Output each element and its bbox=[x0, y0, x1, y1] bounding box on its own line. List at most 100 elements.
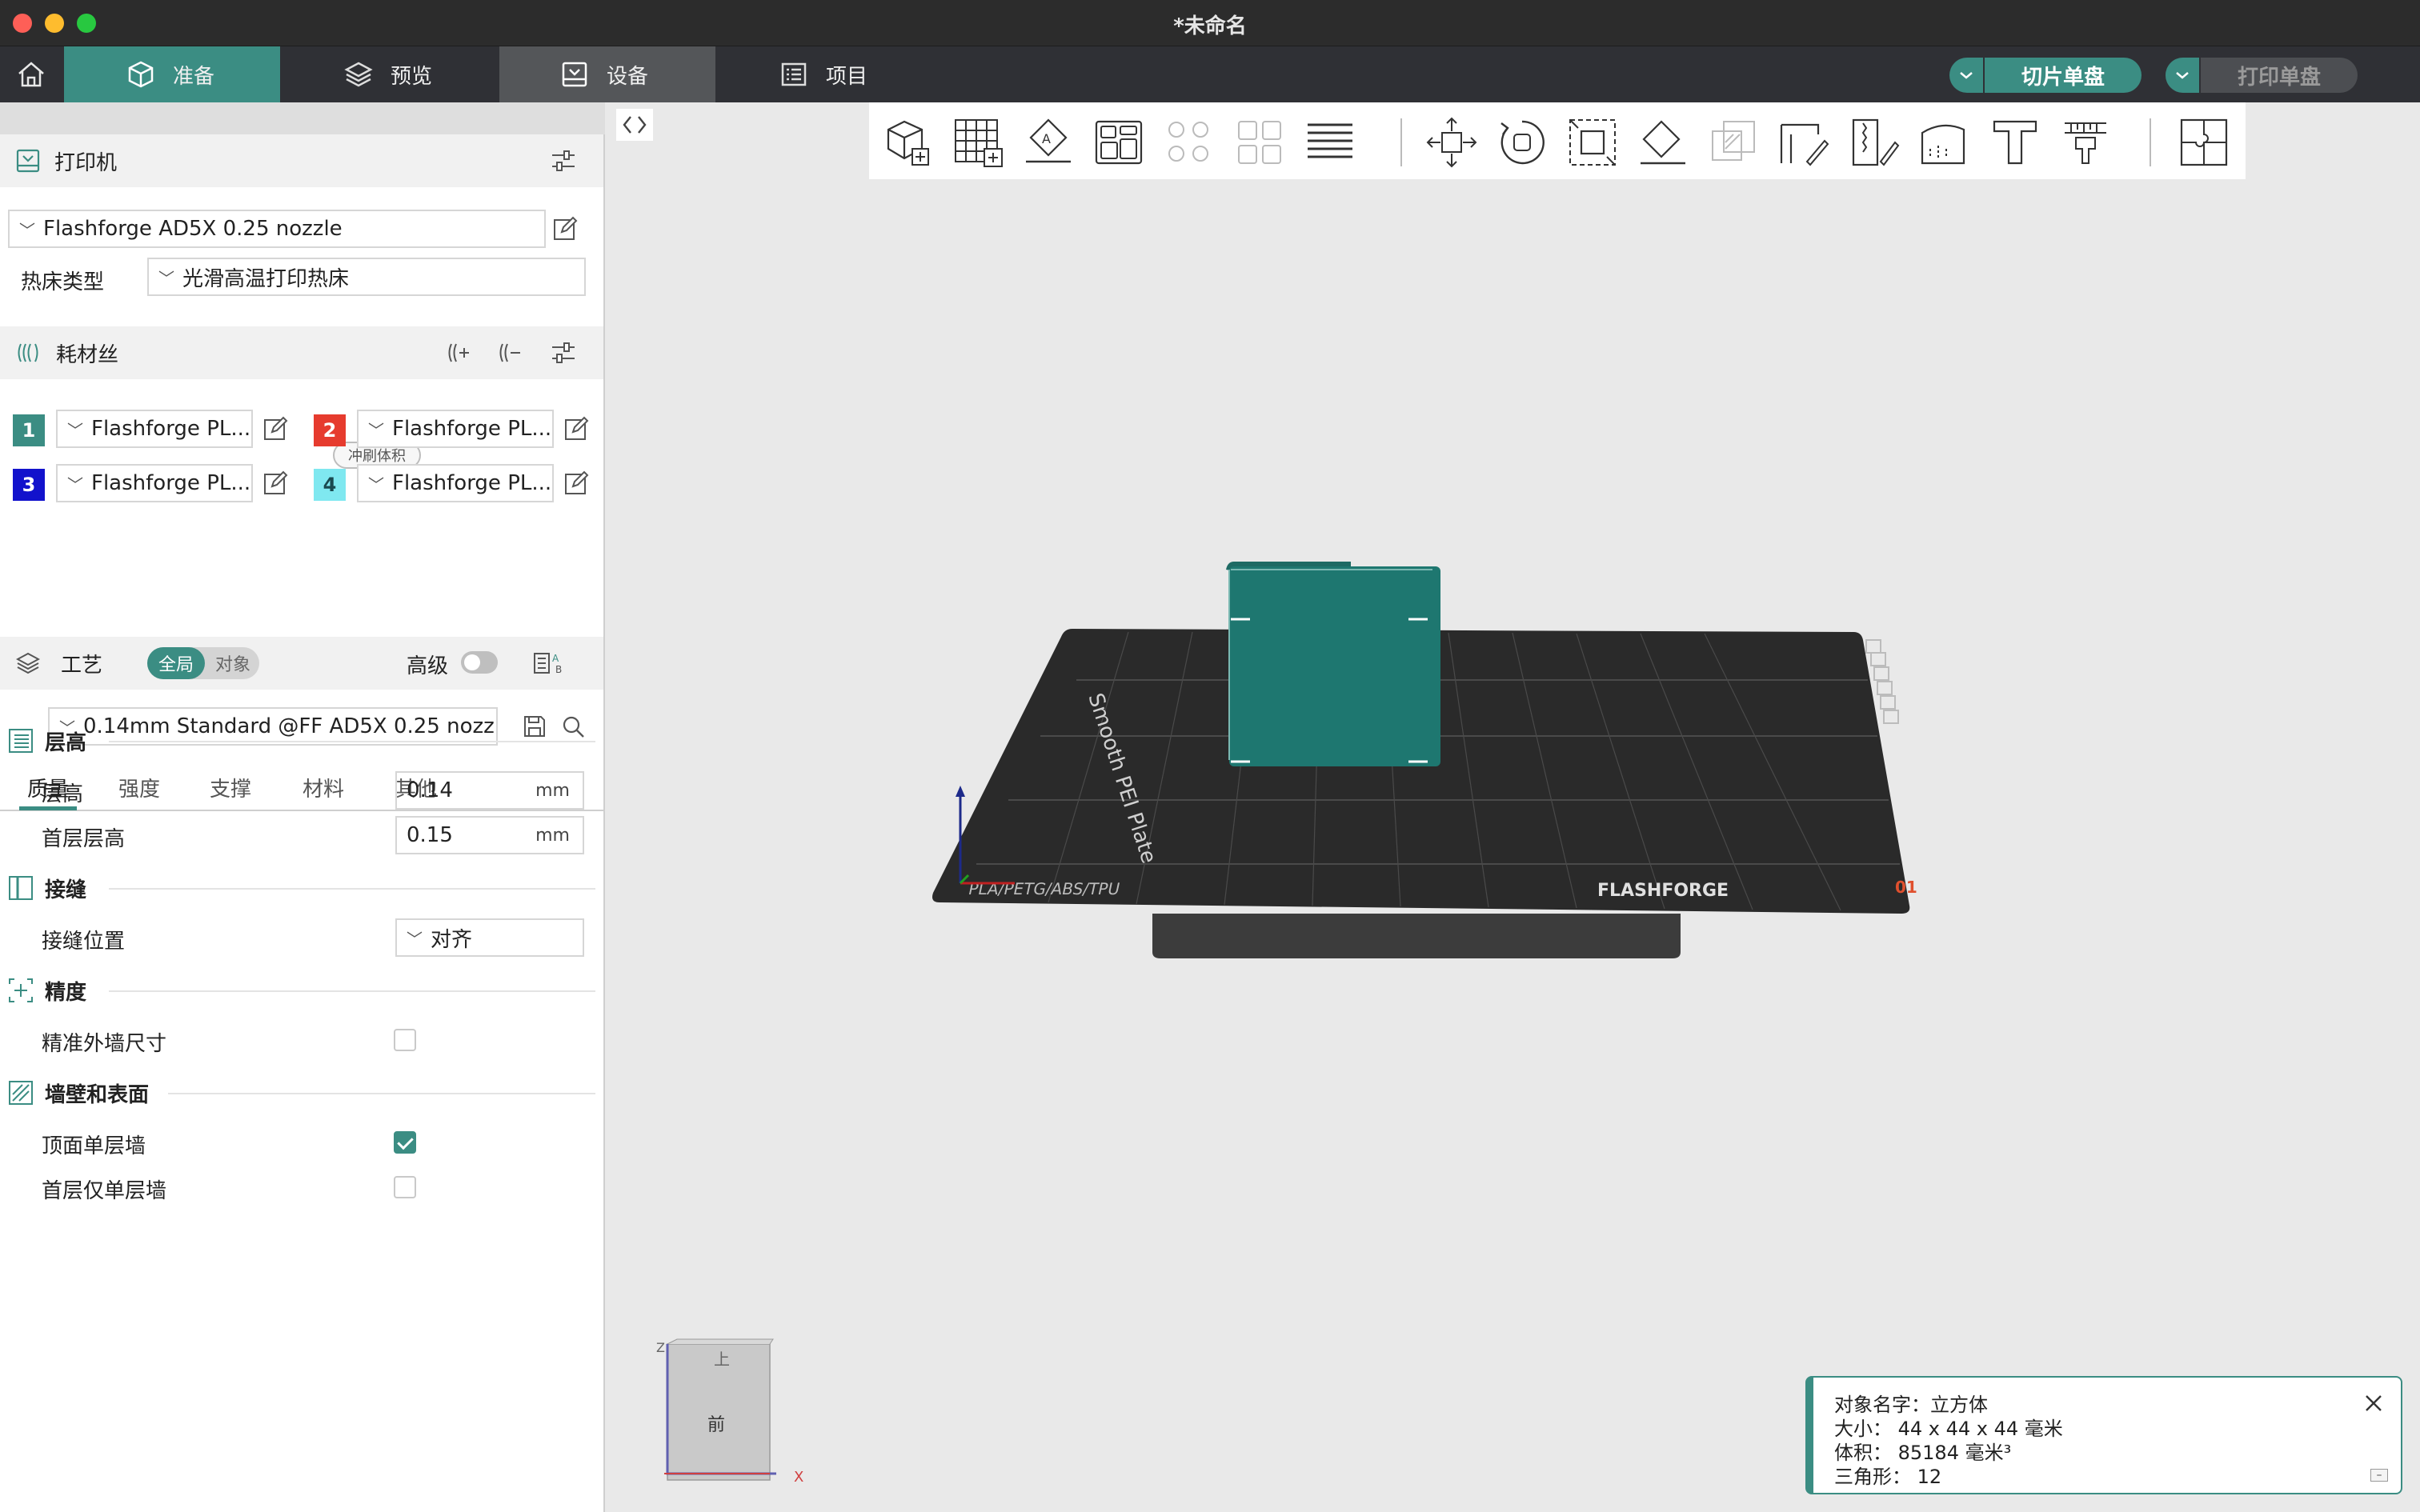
edit-printer-button[interactable] bbox=[549, 213, 581, 245]
split-objects-tool[interactable] bbox=[1160, 114, 1218, 171]
filament-slot-3-select[interactable]: ﹀ Flashforge PL... bbox=[56, 464, 253, 502]
first-layer-height-input[interactable]: 0.15 mm bbox=[395, 816, 584, 854]
edit-filament-3-button[interactable] bbox=[259, 467, 291, 499]
chevron-down-icon[interactable] bbox=[2166, 58, 2201, 93]
walls-icon bbox=[8, 1080, 34, 1106]
precise-wall-checkbox[interactable] bbox=[394, 1029, 416, 1051]
move-tool[interactable] bbox=[1423, 114, 1480, 171]
arrange-tool[interactable] bbox=[1090, 114, 1148, 171]
subtab-strength[interactable]: 强度 bbox=[118, 773, 160, 802]
chevron-down-icon: ﹀ bbox=[407, 929, 423, 949]
cube-model[interactable] bbox=[1229, 566, 1440, 766]
cut-tool[interactable] bbox=[1775, 114, 1833, 171]
layer-height-input[interactable]: 0.14 mm bbox=[395, 771, 584, 810]
tab-preview[interactable]: 预览 bbox=[280, 46, 498, 102]
layer-settings-tool[interactable] bbox=[1301, 114, 1359, 171]
first-layer-height-unit: mm bbox=[535, 825, 570, 846]
edit-icon bbox=[264, 470, 288, 494]
seam-position-label: 接缝位置 bbox=[42, 930, 126, 954]
filament-slot-4-value: Flashforge PL... bbox=[392, 471, 552, 495]
add-object-tool[interactable] bbox=[879, 114, 936, 171]
printer-preset-value: Flashforge AD5X 0.25 nozzle bbox=[43, 217, 343, 241]
edit-filament-4-button[interactable] bbox=[560, 467, 592, 499]
remove-filament-icon[interactable] bbox=[496, 341, 522, 365]
save-preset-button[interactable] bbox=[519, 710, 551, 742]
top-single-wall-label: 顶面单层墙 bbox=[42, 1134, 146, 1158]
filament-slot-1-value: Flashforge PL... bbox=[91, 417, 251, 441]
seam-painting-tool[interactable] bbox=[1845, 114, 1903, 171]
build-plate-scene[interactable]: Smooth PEI Plate PLA/PETG/ABS/TPU FLASHF… bbox=[920, 552, 1945, 984]
printer-section-header: 打印机 bbox=[0, 134, 603, 187]
measure-tool[interactable] bbox=[2057, 114, 2114, 171]
tab-prepare[interactable]: 准备 bbox=[64, 46, 280, 102]
text-tool[interactable] bbox=[1986, 114, 2044, 171]
scale-tool[interactable] bbox=[1564, 114, 1621, 171]
filament-settings-icon[interactable] bbox=[551, 341, 576, 365]
process-section-title: 工艺 bbox=[61, 653, 103, 678]
arrange-icon bbox=[1095, 120, 1143, 165]
support-painting-tool[interactable] bbox=[1916, 114, 1973, 171]
text-icon bbox=[1993, 120, 2037, 165]
group-rule bbox=[168, 1093, 595, 1094]
group-layer-height-title: 层高 bbox=[45, 730, 87, 755]
filament-slot-2-value: Flashforge PL... bbox=[392, 417, 552, 441]
puzzle-icon bbox=[2180, 118, 2228, 166]
cube-icon bbox=[128, 61, 154, 88]
seam-position-select[interactable]: ﹀ 对齐 bbox=[395, 918, 584, 957]
top-single-wall-checkbox[interactable] bbox=[394, 1131, 416, 1154]
print-plate-button[interactable]: 打印单盘 bbox=[2166, 58, 2358, 93]
group-walls-title: 墙壁和表面 bbox=[45, 1082, 150, 1107]
home-button[interactable] bbox=[0, 46, 62, 102]
filament-slot-4-select[interactable]: ﹀ Flashforge PL... bbox=[357, 464, 554, 502]
seam-paint-icon bbox=[1852, 118, 1900, 166]
lay-on-face-icon bbox=[1641, 120, 1685, 165]
rotate-tool[interactable] bbox=[1493, 114, 1551, 171]
process-preset-select[interactable]: ﹀ 0.14mm Standard @FF AD5X 0.25 nozz... bbox=[48, 707, 498, 746]
edit-icon bbox=[554, 216, 578, 240]
bed-type-select[interactable]: ﹀ 光滑高温打印热床 bbox=[147, 258, 586, 296]
chevron-down-icon: ﹀ bbox=[368, 474, 384, 494]
collapse-sidebar-button[interactable] bbox=[616, 109, 653, 141]
chevron-down-icon[interactable] bbox=[1949, 58, 1985, 93]
close-icon bbox=[2366, 1395, 2382, 1411]
add-plate-tool[interactable] bbox=[949, 114, 1007, 171]
process-preset-value: 0.14mm Standard @FF AD5X 0.25 nozz... bbox=[83, 714, 498, 738]
add-filament-icon[interactable] bbox=[445, 341, 471, 365]
tab-device[interactable]: 设备 bbox=[499, 46, 715, 102]
tab-project[interactable]: 项目 bbox=[715, 46, 932, 102]
scope-segmented-control: 全局 对象 bbox=[147, 647, 259, 679]
compare-presets-icon[interactable]: AB bbox=[533, 650, 565, 676]
chevron-down-icon: ﹀ bbox=[19, 220, 35, 240]
filament-slot-4-badge: 4 bbox=[314, 469, 346, 501]
subtab-material[interactable]: 材料 bbox=[302, 773, 344, 802]
subtab-support[interactable]: 支撑 bbox=[210, 773, 251, 802]
assembly-tool[interactable] bbox=[2175, 114, 2233, 171]
close-info-button[interactable] bbox=[2359, 1389, 2388, 1418]
group-rule bbox=[109, 741, 595, 742]
plate-number-text: 01 bbox=[1895, 878, 1917, 897]
split-parts-tool[interactable] bbox=[1231, 114, 1288, 171]
first-single-wall-checkbox[interactable] bbox=[394, 1176, 416, 1198]
edit-icon bbox=[565, 416, 589, 440]
view-cube-top-label: 上 bbox=[714, 1350, 730, 1369]
lay-on-face-tool[interactable] bbox=[1634, 114, 1692, 171]
edit-filament-2-button[interactable] bbox=[560, 413, 592, 445]
settings-sliders-icon[interactable] bbox=[551, 149, 576, 173]
search-settings-button[interactable] bbox=[557, 710, 589, 742]
printer-preset-select[interactable]: ﹀ Flashforge AD5X 0.25 nozzle bbox=[8, 210, 546, 248]
boolean-tool[interactable] bbox=[1705, 114, 1762, 171]
view-cube[interactable]: 上 前 Z X bbox=[650, 1338, 826, 1490]
plate-brand-text: FLASHFORGE bbox=[1597, 881, 1729, 901]
filament-slot-1-select[interactable]: ﹀ Flashforge PL... bbox=[56, 410, 253, 448]
auto-orient-tool[interactable]: A bbox=[1020, 114, 1077, 171]
filament-slot-2-select[interactable]: ﹀ Flashforge PL... bbox=[357, 410, 554, 448]
group-layer-height: 层高 bbox=[8, 725, 86, 757]
scale-icon bbox=[1569, 119, 1616, 166]
slice-plate-button[interactable]: 切片单盘 bbox=[1949, 58, 2142, 93]
scope-global-button[interactable]: 全局 bbox=[147, 647, 205, 679]
edit-filament-1-button[interactable] bbox=[259, 413, 291, 445]
advanced-toggle[interactable] bbox=[461, 651, 498, 674]
minimize-info-button[interactable]: – bbox=[2370, 1469, 2388, 1482]
toolbar-separator bbox=[1400, 118, 1402, 166]
scope-object-button[interactable]: 对象 bbox=[206, 647, 259, 679]
